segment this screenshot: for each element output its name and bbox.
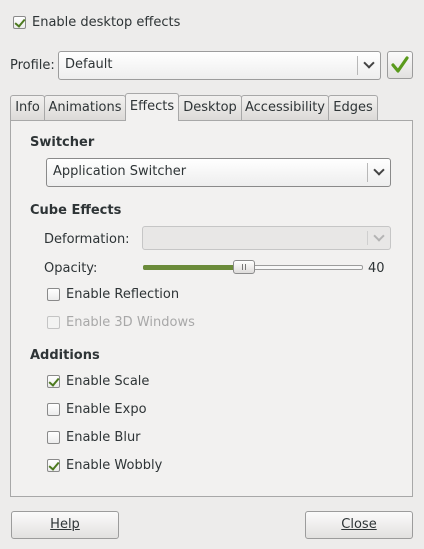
tab-animations-label: Animations	[48, 100, 122, 115]
chevron-down-icon	[373, 230, 385, 242]
enable-reflection-label[interactable]: Enable Reflection	[66, 287, 179, 302]
enable-expo-label[interactable]: Enable Expo	[66, 402, 147, 417]
apply-profile-button[interactable]	[387, 51, 413, 79]
tab-animations[interactable]: Animations	[44, 95, 126, 120]
opacity-value: 40	[368, 261, 385, 276]
help-button[interactable]: Help	[11, 511, 119, 539]
chevron-down-icon	[363, 57, 375, 69]
deformation-combo[interactable]	[142, 226, 391, 250]
tab-effects-label: Effects	[129, 99, 175, 114]
close-button[interactable]: Close	[305, 511, 413, 539]
tab-effects[interactable]: Effects	[125, 93, 179, 121]
chevron-down-icon	[373, 164, 385, 176]
combo-separator	[367, 163, 368, 182]
tab-accessibility-label: Accessibility	[245, 100, 325, 115]
combo-separator	[367, 231, 368, 245]
enable-3d-windows-checkbox[interactable]	[47, 316, 60, 329]
tab-info-label: Info	[15, 100, 40, 115]
additions-heading: Additions	[30, 348, 100, 363]
enable-scale-checkbox[interactable]	[47, 375, 60, 388]
switcher-value: Application Switcher	[53, 164, 187, 179]
combo-separator	[357, 56, 358, 75]
enable-blur-label[interactable]: Enable Blur	[66, 430, 141, 445]
checkmark-icon	[391, 56, 409, 73]
grip-icon	[245, 264, 246, 270]
enable-scale-label[interactable]: Enable Scale	[66, 374, 149, 389]
tab-desktop-label: Desktop	[183, 100, 237, 115]
enable-expo-checkbox[interactable]	[47, 403, 60, 416]
help-button-label: Help	[50, 517, 80, 532]
tab-edges-label: Edges	[333, 100, 373, 115]
tab-edges[interactable]: Edges	[328, 95, 378, 120]
enable-wobbly-checkbox[interactable]	[47, 459, 60, 472]
slider-handle[interactable]	[233, 260, 255, 274]
enable-desktop-effects-checkbox[interactable]	[13, 16, 26, 29]
profile-value: Default	[65, 57, 113, 72]
enable-wobbly-label[interactable]: Enable Wobbly	[66, 458, 162, 473]
enable-blur-checkbox[interactable]	[47, 431, 60, 444]
switcher-heading: Switcher	[30, 135, 95, 150]
cube-effects-heading: Cube Effects	[30, 203, 122, 218]
tab-desktop[interactable]: Desktop	[178, 95, 242, 120]
slider-fill	[143, 265, 235, 270]
opacity-slider[interactable]	[143, 260, 365, 275]
profile-combo[interactable]: Default	[58, 51, 381, 80]
profile-label: Profile:	[10, 58, 55, 73]
grip-icon	[242, 264, 243, 270]
close-button-label: Close	[341, 517, 377, 532]
enable-desktop-effects-label[interactable]: Enable desktop effects	[32, 15, 180, 30]
tab-info[interactable]: Info	[10, 95, 45, 120]
switcher-combo[interactable]: Application Switcher	[46, 158, 391, 187]
tab-accessibility[interactable]: Accessibility	[241, 95, 329, 120]
enable-3d-windows-label[interactable]: Enable 3D Windows	[66, 315, 195, 330]
enable-reflection-checkbox[interactable]	[47, 288, 60, 301]
deformation-label: Deformation:	[44, 232, 130, 247]
effects-panel: Switcher Application Switcher Cube Effec…	[10, 120, 413, 497]
opacity-label: Opacity:	[44, 261, 98, 276]
